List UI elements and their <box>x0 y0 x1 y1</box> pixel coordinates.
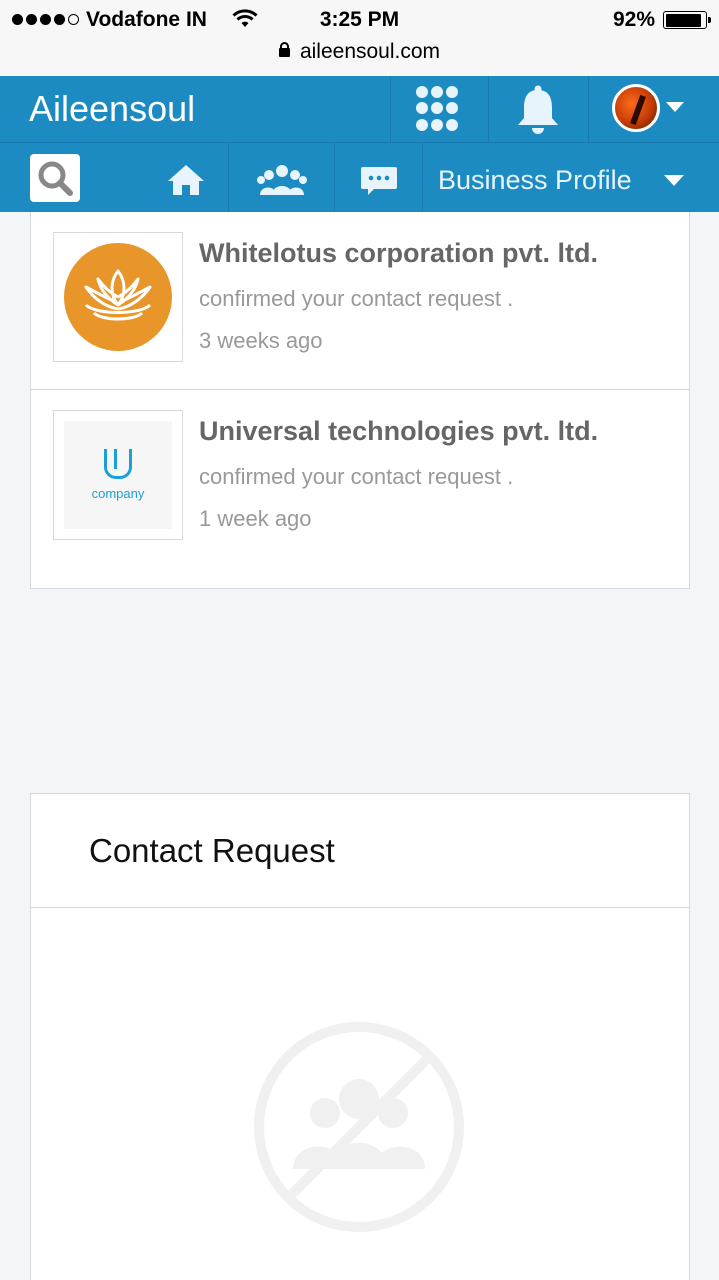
chat-icon[interactable] <box>360 165 398 197</box>
notification-list: Whitelotus corporation pvt. ltd. confirm… <box>30 212 690 589</box>
panel-header: Contact Request <box>31 794 689 908</box>
logo-text: company <box>91 486 145 501</box>
brand-logo[interactable]: Aileensoul <box>29 88 195 130</box>
lotus-logo-icon <box>64 243 172 351</box>
no-people-icon <box>254 1022 464 1232</box>
list-item[interactable]: company Universal technologies pvt. ltd.… <box>31 390 689 568</box>
battery-percent: 92% <box>612 8 655 31</box>
chevron-down-icon[interactable] <box>664 175 684 186</box>
url-text: aileensoul.com <box>299 40 441 63</box>
battery-icon <box>663 11 711 29</box>
notification-company[interactable]: Whitelotus corporation pvt. ltd. <box>199 238 598 269</box>
nav-bar: Business Profile <box>0 142 719 213</box>
app-header: Aileensoul <box>0 76 719 142</box>
panel-title: Contact Request <box>89 832 335 869</box>
business-profile-menu[interactable]: Business Profile <box>438 165 632 196</box>
people-icon[interactable] <box>256 163 308 195</box>
bell-icon[interactable] <box>514 84 562 136</box>
address-bar[interactable]: aileensoul.com <box>0 40 719 64</box>
u-company-logo-icon: company <box>64 421 172 529</box>
search-icon <box>38 161 73 196</box>
company-logo[interactable]: company <box>53 410 183 540</box>
apps-grid-icon[interactable] <box>416 86 462 132</box>
status-bar: Vodafone IN 3:25 PM 92% aileensoul.com <box>0 0 719 76</box>
notification-message: confirmed your contact request . <box>199 286 514 311</box>
notification-company[interactable]: Universal technologies pvt. ltd. <box>199 416 598 447</box>
notification-time: 1 week ago <box>199 506 312 531</box>
notification-time: 3 weeks ago <box>199 328 323 353</box>
notification-message: confirmed your contact request . <box>199 464 514 489</box>
home-icon[interactable] <box>166 163 206 197</box>
company-logo[interactable] <box>53 232 183 362</box>
list-item[interactable]: Whitelotus corporation pvt. ltd. confirm… <box>31 212 689 390</box>
contact-request-panel: Contact Request <box>30 793 690 1280</box>
search-button[interactable] <box>30 154 80 202</box>
chevron-down-icon[interactable] <box>666 102 684 112</box>
lock-icon <box>278 42 290 57</box>
clock: 3:25 PM <box>319 8 400 31</box>
avatar[interactable] <box>612 84 660 132</box>
